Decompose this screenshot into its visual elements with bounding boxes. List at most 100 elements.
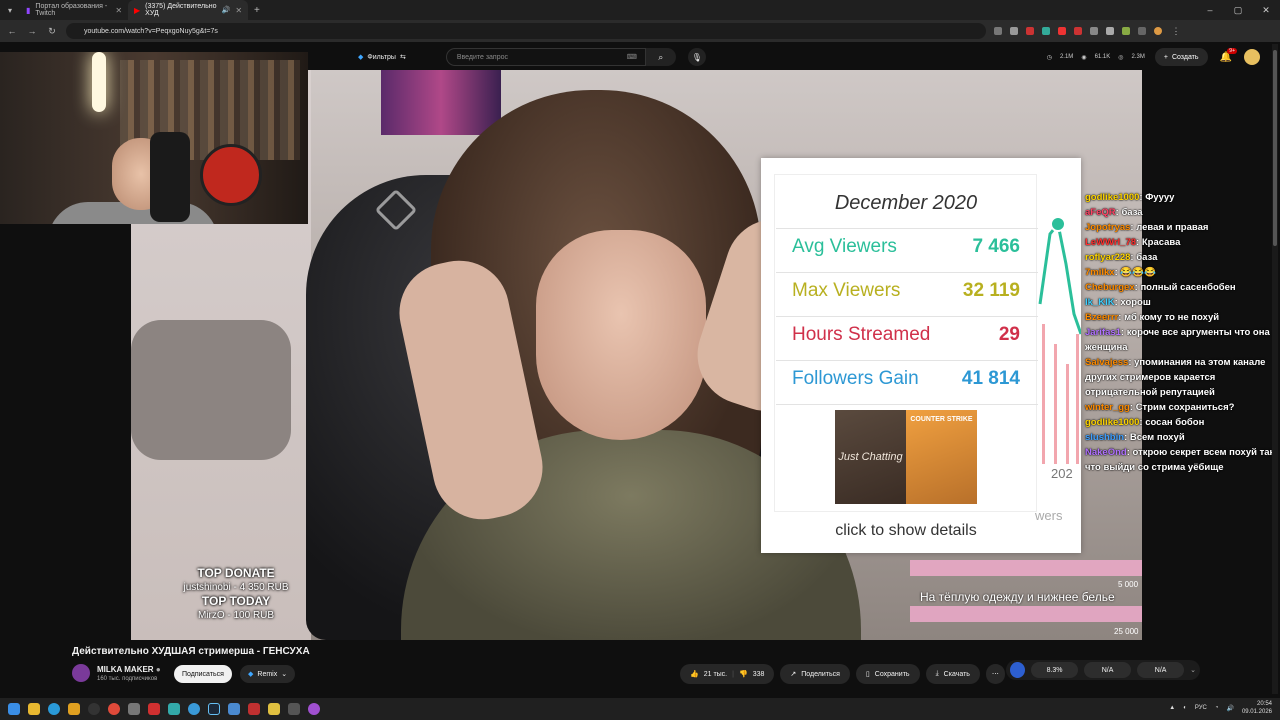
forward-icon[interactable]: →: [26, 26, 38, 36]
search-input[interactable]: Введите запрос ⌨: [445, 48, 646, 66]
row-value: 29: [998, 324, 1020, 345]
edge-icon[interactable]: [48, 703, 60, 715]
account-avatar[interactable]: [1244, 49, 1260, 65]
more-actions-button[interactable]: ⋯: [985, 664, 1005, 684]
browser-tab-youtube[interactable]: ▶ (3375) Действительно ХУД 🔊 ✕: [128, 0, 249, 20]
tab-list-button[interactable]: ▾: [0, 0, 20, 20]
app-icon[interactable]: [248, 703, 260, 715]
show-details-link[interactable]: click to show details: [761, 522, 1051, 540]
thumbs-down-icon[interactable]: 👎: [739, 670, 748, 678]
reload-icon[interactable]: ↻: [46, 26, 58, 37]
scrollbar-thumb[interactable]: [1273, 50, 1277, 246]
close-icon[interactable]: ✕: [235, 6, 242, 15]
chat-username[interactable]: Cheburgex: [1085, 282, 1135, 293]
file-explorer-icon[interactable]: [28, 703, 40, 715]
app-icon[interactable]: [168, 703, 180, 715]
chat-username[interactable]: LeWWrl_78: [1085, 237, 1136, 248]
tray-icon[interactable]: ▲: [1169, 705, 1175, 711]
like-button[interactable]: 👍 21 тыс. | 👎 338: [680, 664, 775, 684]
chat-username[interactable]: winter_gg: [1085, 402, 1130, 413]
chat-username[interactable]: Jopotryas: [1085, 222, 1130, 233]
divider: [776, 228, 1038, 229]
remix-button[interactable]: ◆ Remix ⌄: [240, 665, 296, 683]
chat-username[interactable]: slushbin: [1085, 432, 1124, 443]
menu-icon[interactable]: ⋮: [1170, 26, 1182, 37]
channel-avatar[interactable]: [72, 664, 90, 682]
notes-icon[interactable]: [228, 703, 240, 715]
chat-username[interactable]: godlike1000: [1085, 417, 1139, 428]
maximize-icon[interactable]: ▢: [1224, 0, 1252, 20]
url-field[interactable]: youtube.com/watch?v=PeqxgoNuy5g&t=7s: [66, 23, 986, 39]
back-icon[interactable]: ←: [6, 26, 18, 36]
minimize-icon[interactable]: –: [1196, 0, 1224, 20]
puzzle-icon[interactable]: [1138, 27, 1146, 35]
chat-username[interactable]: Ik_KIK: [1085, 297, 1115, 308]
date-text: 09.01.2026: [1241, 709, 1272, 715]
audio-icon[interactable]: 🔊: [222, 6, 231, 14]
keyboard-icon[interactable]: ⌨: [627, 53, 637, 61]
notifications-button[interactable]: 🔔 9+: [1220, 47, 1237, 63]
voice-search-button[interactable]: 🎙: [687, 48, 706, 66]
app-icon[interactable]: [288, 703, 300, 715]
tray-icon[interactable]: ◐: [1183, 705, 1187, 711]
extension-icon[interactable]: [1090, 27, 1098, 35]
clock[interactable]: 20:54 09.01.2026: [1242, 700, 1272, 716]
network-icon[interactable]: ◔: [1215, 705, 1219, 711]
row-label: Avg Viewers: [792, 236, 897, 257]
subscribe-button[interactable]: Подписаться: [174, 665, 232, 683]
save-button[interactable]: ▯ Сохранить: [855, 664, 920, 684]
extension-icon[interactable]: [1026, 27, 1034, 35]
start-icon[interactable]: [8, 703, 20, 715]
obs-icon[interactable]: [88, 703, 100, 715]
chat-username[interactable]: roflyar228: [1085, 252, 1130, 263]
chat-username[interactable]: Salvajess: [1085, 357, 1128, 368]
chat-username[interactable]: aFeQR: [1085, 207, 1116, 218]
new-tab-button[interactable]: +: [248, 0, 266, 20]
chat-username[interactable]: godlike1000: [1085, 192, 1139, 203]
close-icon[interactable]: ✕: [115, 6, 122, 15]
chevron-down-icon[interactable]: ⌄: [1190, 666, 1196, 674]
close-window-icon[interactable]: ✕: [1252, 0, 1280, 20]
divider: [776, 316, 1038, 317]
extension-icon[interactable]: [1106, 27, 1114, 35]
profile-icon[interactable]: [1154, 27, 1162, 35]
mic-icon: 🎙: [691, 52, 702, 62]
filters-button[interactable]: ◆ Фильтры ⇆: [358, 53, 406, 62]
steam-icon[interactable]: [208, 703, 220, 715]
chat-text: база: [1136, 252, 1158, 263]
language-indicator[interactable]: РУС: [1195, 705, 1207, 711]
chat-username[interactable]: 7milkx: [1085, 267, 1115, 278]
app-icon[interactable]: [128, 703, 140, 715]
volume-icon[interactable]: 🔊: [1226, 705, 1233, 712]
followers-gain-row: Followers Gain 41 814: [792, 368, 1020, 390]
folder-icon[interactable]: [68, 703, 80, 715]
browser-tab-twitch[interactable]: ▮ Портал образования - Twitch ✕: [20, 0, 128, 20]
app-icon[interactable]: [268, 703, 280, 715]
chat-username[interactable]: Bzeerrr: [1085, 312, 1118, 323]
chat-username[interactable]: Jarifas1: [1085, 327, 1121, 338]
share-button[interactable]: ↗ Поделиться: [780, 664, 850, 684]
extension-icon[interactable]: [994, 27, 1002, 35]
extension-icon[interactable]: [1058, 27, 1066, 35]
app-icon[interactable]: [308, 703, 320, 715]
chrome-icon[interactable]: [108, 703, 120, 715]
extension-icon[interactable]: [1074, 27, 1082, 35]
avg-viewers-row: Avg Viewers 7 466: [792, 236, 1020, 258]
extension-icon[interactable]: [1010, 27, 1018, 35]
chat-text: мб кому то не похуй: [1124, 312, 1220, 323]
app-icon[interactable]: [148, 703, 160, 715]
video-actions: 👍 21 тыс. | 👎 338 ↗ Поделиться ▯ Сохрани…: [680, 664, 1005, 684]
extension-logo-icon[interactable]: [1010, 662, 1026, 678]
channel-name[interactable]: MILKA MAKER ●: [97, 665, 161, 674]
twitch-stats-card[interactable]: December 2020 Avg Viewers 7 466 Max View…: [761, 158, 1081, 553]
chat-username[interactable]: NakeOnd: [1085, 447, 1127, 458]
extension-icon[interactable]: [1042, 27, 1050, 35]
download-button[interactable]: ⤓ Скачать: [925, 664, 980, 684]
app-icon[interactable]: [188, 703, 200, 715]
divider: [776, 404, 1038, 405]
create-button[interactable]: + Создать: [1154, 48, 1208, 66]
tab-title: Портал образования - Twitch: [35, 3, 108, 17]
extension-icon[interactable]: [1122, 27, 1130, 35]
search-button[interactable]: ⌕: [645, 48, 676, 66]
row-label: Max Viewers: [792, 280, 901, 301]
